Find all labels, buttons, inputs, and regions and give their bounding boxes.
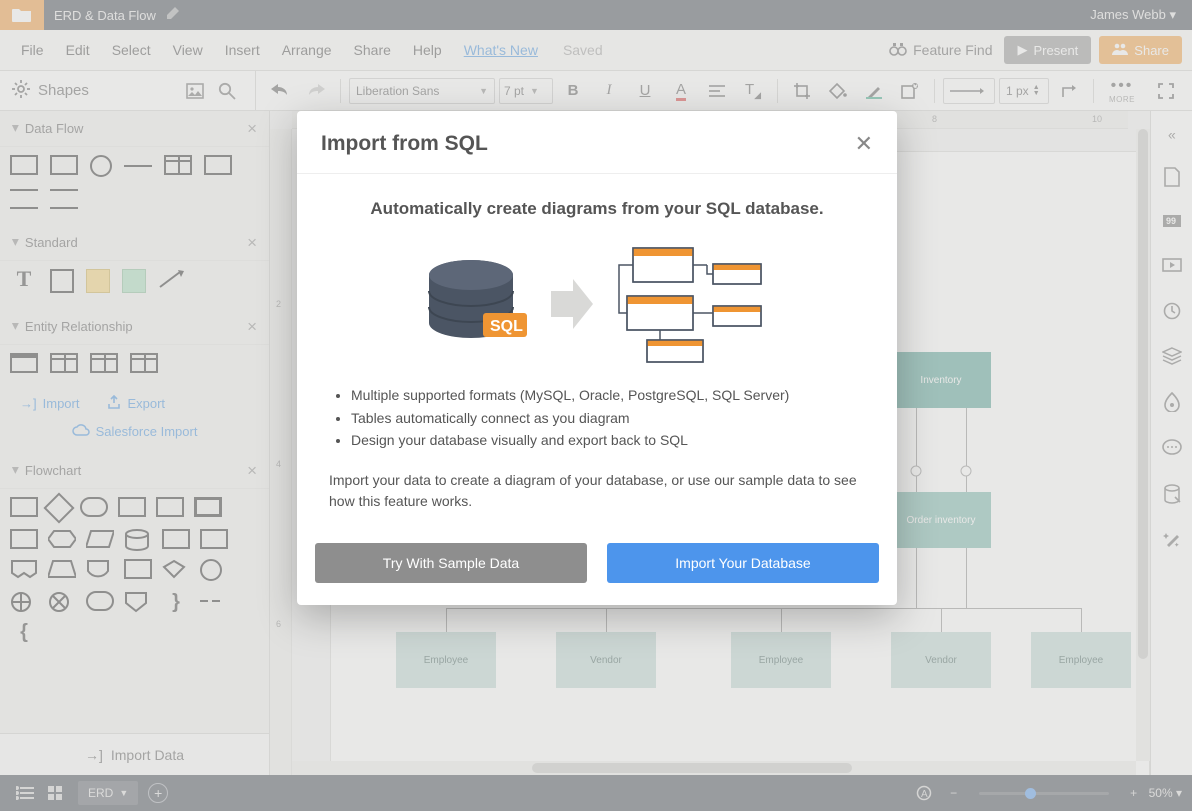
import-sql-dialog: Import from SQL ✕ Automatically create d… bbox=[297, 111, 897, 605]
dialog-title: Import from SQL bbox=[321, 132, 855, 156]
feature-list: Multiple supported formats (MySQL, Oracl… bbox=[333, 384, 865, 451]
dialog-subtitle: Automatically create diagrams from your … bbox=[329, 196, 865, 222]
close-icon[interactable]: ✕ bbox=[855, 131, 873, 157]
dialog-description: Import your data to create a diagram of … bbox=[329, 470, 865, 513]
try-sample-button[interactable]: Try With Sample Data bbox=[315, 543, 587, 583]
import-database-button[interactable]: Import Your Database bbox=[607, 543, 879, 583]
dialog-illustration: SQL bbox=[329, 244, 865, 364]
svg-text:SQL: SQL bbox=[490, 318, 523, 335]
